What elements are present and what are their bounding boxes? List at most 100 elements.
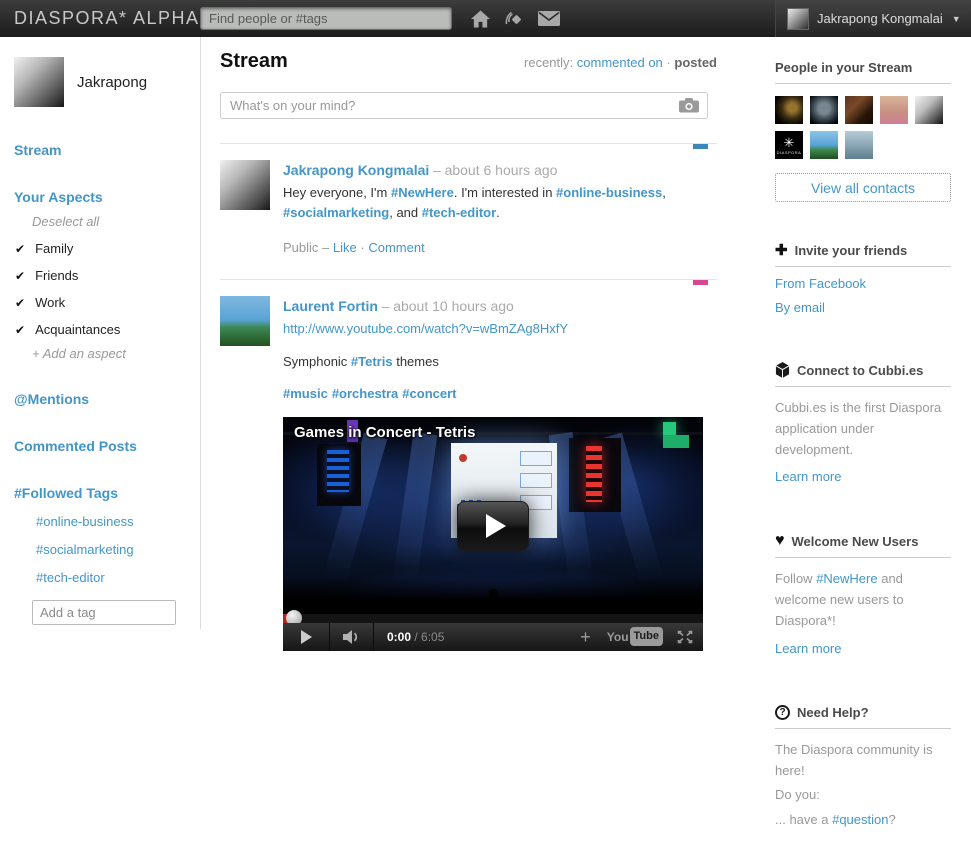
followed-tag-socialmarketing[interactable]: #socialmarketing: [36, 542, 186, 557]
post-text: Hey everyone, I'm #NewHere. I'm interest…: [283, 183, 717, 222]
stream-post: Laurent Fortin – about 10 hours ago http…: [220, 279, 717, 651]
sidebar-user: Jakrapong: [14, 57, 186, 107]
sidebar-item-followed-tags[interactable]: #Followed Tags: [14, 485, 186, 501]
aspect-label: Work: [35, 295, 65, 310]
sort-commented-on-link[interactable]: commented on: [577, 55, 663, 70]
post-text-segment: , and: [389, 205, 422, 220]
publisher-input[interactable]: [220, 92, 708, 119]
contact-avatar[interactable]: [775, 96, 803, 124]
view-all-contacts-button[interactable]: View all contacts: [775, 173, 951, 202]
camera-icon[interactable]: [679, 98, 699, 116]
cubbies-learn-more-link[interactable]: Learn more: [775, 469, 951, 484]
sort-posted[interactable]: posted: [674, 55, 717, 70]
sidebar-item-mentions[interactable]: @Mentions: [14, 391, 186, 407]
sidebar-user-avatar[interactable]: [14, 57, 64, 107]
contact-avatar[interactable]: [880, 96, 908, 124]
hashtag-link[interactable]: #orchestra: [332, 386, 398, 401]
like-link[interactable]: Like: [333, 240, 357, 255]
recently-sort: recently: commented on · posted: [524, 55, 717, 70]
hashtag-link[interactable]: #Tetris: [351, 354, 393, 369]
aspect-item-friends[interactable]: ✔ Friends: [15, 268, 186, 283]
youtube-logo[interactable]: You Tube: [607, 627, 663, 646]
diaspora-avatar-label: DIASPORA: [777, 150, 802, 155]
youtube-url-link[interactable]: http://www.youtube.com/watch?v=wBmZAg8Hx…: [283, 321, 568, 336]
contact-avatar[interactable]: [810, 96, 838, 124]
aspect-badge: [693, 144, 708, 149]
add-tag-input[interactable]: [32, 600, 176, 625]
people-section: People in your Stream ✳ DIASPORA View al…: [775, 60, 951, 202]
sidebar-item-stream[interactable]: Stream: [14, 142, 186, 158]
followed-tag-online-business[interactable]: #online-business: [36, 514, 186, 529]
section-title-text: People in your Stream: [775, 60, 912, 75]
contact-avatar-diaspora[interactable]: ✳ DIASPORA: [775, 131, 803, 159]
welcome-description: Follow #NewHere and welcome new users to…: [775, 569, 951, 631]
volume-button[interactable]: [330, 623, 374, 651]
hashtag-link[interactable]: #NewHere: [391, 185, 454, 200]
sidebar-item-commented-posts[interactable]: Commented Posts: [14, 438, 186, 454]
recently-label: recently:: [524, 55, 573, 70]
sort-separator: ·: [666, 55, 670, 70]
contact-avatar[interactable]: [810, 131, 838, 159]
search-input[interactable]: [200, 7, 452, 30]
user-name: Jakrapong Kongmalai: [817, 11, 943, 26]
tetris-piece-green: [663, 422, 676, 435]
post-author-link[interactable]: Laurent Fortin: [283, 298, 378, 314]
hashtag-link[interactable]: #socialmarketing: [283, 205, 389, 220]
seek-bar[interactable]: [283, 614, 703, 623]
hashtag-link[interactable]: #tech-editor: [422, 205, 496, 220]
volume-icon: [343, 630, 360, 644]
user-menu[interactable]: Jakrapong Kongmalai ▼: [775, 0, 971, 37]
hashtag-link[interactable]: #online-business: [556, 185, 662, 200]
mail-icon[interactable]: [538, 11, 560, 26]
hashtag-link[interactable]: #music: [283, 386, 328, 401]
question-icon: ?: [775, 705, 790, 720]
welcome-learn-more-link[interactable]: Learn more: [775, 641, 951, 656]
newhere-tag-link[interactable]: #NewHere: [816, 571, 877, 586]
contact-avatar[interactable]: [845, 131, 873, 159]
cubbies-section-title: Connect to Cubbi.es: [775, 362, 951, 387]
fullscreen-button[interactable]: [677, 630, 693, 644]
post-author-avatar[interactable]: [220, 296, 270, 346]
help-section-title: ? Need Help?: [775, 705, 951, 729]
time-separator: /: [411, 630, 421, 644]
section-title-text: Need Help?: [797, 705, 869, 720]
hashtag-link[interactable]: #concert: [402, 386, 456, 401]
post-author-avatar[interactable]: [220, 160, 270, 210]
aspect-item-work[interactable]: ✔ Work: [15, 295, 186, 310]
add-to-playlist-button[interactable]: +: [580, 628, 591, 646]
youtube-logo-you: You: [607, 628, 629, 646]
comment-link[interactable]: Comment: [368, 240, 424, 255]
aspect-item-family[interactable]: ✔ Family: [15, 241, 186, 256]
question-tag-link[interactable]: #question: [832, 812, 888, 827]
check-icon: ✔: [15, 323, 25, 337]
play-button[interactable]: [283, 623, 330, 651]
right-sidebar: People in your Stream ✳ DIASPORA View al…: [775, 37, 951, 843]
welcome-section: ♥ Welcome New Users Follow #NewHere and …: [775, 533, 951, 655]
followed-tag-tech-editor[interactable]: #tech-editor: [36, 570, 186, 585]
left-sidebar: Jakrapong Stream Your Aspects Deselect a…: [0, 37, 201, 629]
time-display: 0:00 / 6:05: [387, 628, 444, 646]
sidebar-user-name: Jakrapong: [77, 74, 147, 91]
invite-section: ✚ Invite your friends From Facebook By e…: [775, 243, 951, 315]
plus-icon: ✚: [775, 243, 788, 258]
contact-avatar[interactable]: [915, 96, 943, 124]
post-text-segment: Symphonic: [283, 354, 351, 369]
aspect-item-acquaintances[interactable]: ✔ Acquaintances: [15, 322, 186, 337]
deselect-all-link[interactable]: Deselect all: [32, 214, 186, 229]
aspect-badge: [693, 280, 708, 285]
invite-email-link[interactable]: By email: [775, 300, 951, 315]
check-icon: ✔: [15, 242, 25, 256]
diaspora-logo[interactable]: DIASPORA* ALPHA: [14, 8, 200, 29]
sidebar-item-your-aspects[interactable]: Your Aspects: [14, 189, 186, 205]
add-aspect-link[interactable]: + Add an aspect: [32, 346, 186, 361]
notifications-icon[interactable]: [504, 9, 524, 29]
play-overlay-button[interactable]: [457, 501, 529, 551]
contact-avatar[interactable]: [845, 96, 873, 124]
video-title[interactable]: Games in Concert - Tetris: [294, 422, 475, 445]
post-author-link[interactable]: Jakrapong Kongmalai: [283, 162, 429, 178]
stream-post: Jakrapong Kongmalai – about 6 hours ago …: [220, 143, 717, 255]
cube-icon: [775, 362, 790, 378]
invite-facebook-link[interactable]: From Facebook: [775, 276, 951, 291]
check-icon: ✔: [15, 269, 25, 283]
home-icon[interactable]: [471, 10, 490, 28]
